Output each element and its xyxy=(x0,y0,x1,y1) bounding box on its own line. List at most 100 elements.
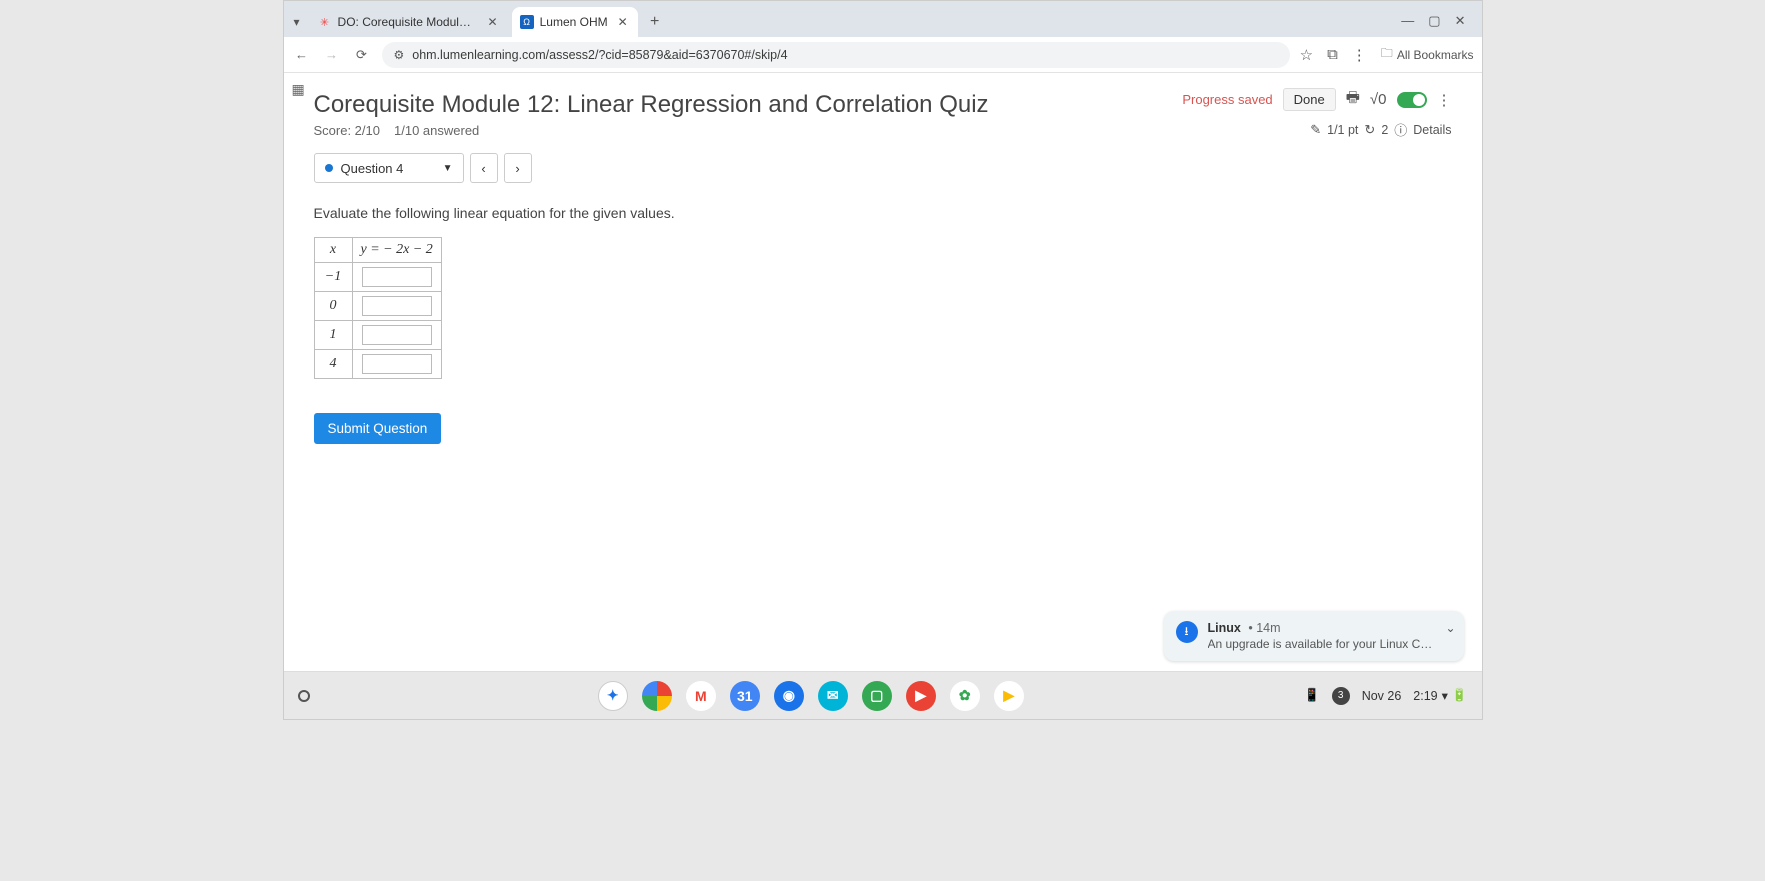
toast-expand-icon[interactable]: ⌄ xyxy=(1445,621,1455,635)
kebab-menu-icon[interactable]: ⋮ xyxy=(1437,91,1452,109)
gmail-app-icon[interactable]: M xyxy=(686,681,716,711)
status-dot-icon xyxy=(325,164,333,172)
table-row: 4 xyxy=(314,350,441,379)
tab-lumen-ohm[interactable]: Ω Lumen OHM ✕ xyxy=(512,7,638,37)
chrome-app-icon[interactable] xyxy=(642,681,672,711)
tab-strip: ▾ ✳ DO: Corequisite Module 12: Q. ✕ Ω Lu… xyxy=(284,1,1482,37)
chromeos-shelf: ✦ M 31 ◉ ✉ ▢ ▶ ✿ ▶ 📱 3 Nov 26 2:19 ▾ 🔋 xyxy=(284,671,1482,719)
forward-button[interactable]: → xyxy=(322,47,342,62)
messages-app-icon[interactable]: ✉ xyxy=(818,681,848,711)
x-value: 0 xyxy=(314,292,352,321)
close-window-icon[interactable]: ✕ xyxy=(1455,13,1466,29)
notification-count[interactable]: 3 xyxy=(1332,687,1350,705)
answered-label: 1/10 answered xyxy=(394,123,479,138)
y-input-row-2[interactable] xyxy=(362,296,432,316)
browser-menu-icon[interactable]: ⋮ xyxy=(1352,46,1367,64)
youtube-app-icon[interactable]: ▶ xyxy=(906,681,936,711)
linux-upgrade-toast[interactable]: ⭳ Linux • 14m An upgrade is available fo… xyxy=(1164,611,1464,661)
done-button[interactable]: Done xyxy=(1283,88,1336,111)
y-input-row-4[interactable] xyxy=(362,354,432,374)
calendar-app-icon[interactable]: 31 xyxy=(730,681,760,711)
table-row: 1 xyxy=(314,321,441,350)
next-question-button[interactable]: › xyxy=(504,153,532,183)
favicon-lumen: Ω xyxy=(520,15,534,29)
play-store-app-icon[interactable]: ▶ xyxy=(994,681,1024,711)
toast-text: Linux • 14m An upgrade is available for … xyxy=(1208,621,1438,651)
toast-age: 14m xyxy=(1256,621,1280,635)
math-sqrt-icon[interactable]: √0 xyxy=(1370,91,1387,108)
info-icon[interactable]: ⓘ xyxy=(1394,120,1407,139)
apps-grid-icon[interactable]: ▦ xyxy=(292,81,303,98)
x-value: −1 xyxy=(314,263,352,292)
progress-saved-label: Progress saved xyxy=(1182,92,1272,107)
battery-icon: 🔋 xyxy=(1452,688,1468,703)
toggle-switch[interactable] xyxy=(1397,92,1427,108)
close-tab-icon[interactable]: ✕ xyxy=(618,15,628,29)
shelf-time: 2:19 xyxy=(1413,689,1437,703)
table-header-row: x y = − 2x − 2 xyxy=(314,238,441,263)
gemini-app-icon[interactable]: ✦ xyxy=(598,681,628,711)
edit-icon[interactable]: ✎ xyxy=(1310,122,1321,138)
points-row: ✎ 1/1 pt ↻ 2 ⓘ Details xyxy=(314,120,1452,139)
bookmark-star-icon[interactable]: ☆ xyxy=(1300,46,1313,64)
photos-app-icon[interactable]: ✿ xyxy=(950,681,980,711)
toast-body: An upgrade is available for your Linux C… xyxy=(1208,637,1438,651)
page-content: ▦ Corequisite Module 12: Linear Regressi… xyxy=(284,73,1482,671)
x-value: 4 xyxy=(314,350,352,379)
window-controls: — ▢ ✕ xyxy=(1401,13,1475,37)
tab-title: Lumen OHM xyxy=(540,15,608,29)
close-tab-icon[interactable]: ✕ xyxy=(488,15,498,29)
y-input-row-1[interactable] xyxy=(362,267,432,287)
question-dropdown-label: Question 4 xyxy=(341,161,404,176)
files-app-icon[interactable]: ◉ xyxy=(774,681,804,711)
question-selector-row: Question 4 ▼ ‹ › xyxy=(314,153,1452,183)
meet-app-icon[interactable]: ▢ xyxy=(862,681,892,711)
retry-icon[interactable]: ↻ xyxy=(1364,122,1375,138)
address-bar: ← → ⟳ ⚙ ohm.lumenlearning.com/assess2/?c… xyxy=(284,37,1482,73)
all-bookmarks-button[interactable]: 🗀 All Bookmarks xyxy=(1381,44,1474,65)
x-header: x xyxy=(314,238,352,263)
tab-title: DO: Corequisite Module 12: Q. xyxy=(338,15,478,29)
minimize-icon[interactable]: — xyxy=(1401,13,1414,29)
system-tray[interactable]: 📱 3 Nov 26 2:19 ▾ 🔋 xyxy=(1304,687,1467,705)
shelf-date: Nov 26 xyxy=(1362,689,1402,703)
new-tab-button[interactable]: + xyxy=(642,9,668,35)
question-dropdown[interactable]: Question 4 ▼ xyxy=(314,153,464,183)
tab-corequisite-module[interactable]: ✳ DO: Corequisite Module 12: Q. ✕ xyxy=(310,7,508,37)
toast-title: Linux xyxy=(1208,621,1241,635)
x-value: 1 xyxy=(314,321,352,350)
caret-down-icon: ▼ xyxy=(443,163,453,174)
url-field[interactable]: ⚙ ohm.lumenlearning.com/assess2/?cid=858… xyxy=(382,42,1290,68)
y-input-row-3[interactable] xyxy=(362,325,432,345)
submit-question-button[interactable]: Submit Question xyxy=(314,413,442,444)
print-icon[interactable]: 🖶 xyxy=(1346,87,1360,112)
shelf-apps: ✦ M 31 ◉ ✉ ▢ ▶ ✿ ▶ xyxy=(328,681,1295,711)
browser-window: ▾ ✳ DO: Corequisite Module 12: Q. ✕ Ω Lu… xyxy=(283,0,1483,720)
wifi-icon: ▾ xyxy=(1442,688,1448,703)
equation-table: x y = − 2x − 2 −1 0 1 4 xyxy=(314,237,442,379)
back-button[interactable]: ← xyxy=(292,47,312,62)
folder-icon: 🗀 xyxy=(1381,44,1393,65)
url-text: ohm.lumenlearning.com/assess2/?cid=85879… xyxy=(412,48,787,62)
page-title: Corequisite Module 12: Linear Regression… xyxy=(314,91,989,119)
download-badge-icon: ⭳ xyxy=(1176,621,1198,643)
all-bookmarks-label: All Bookmarks xyxy=(1397,48,1474,62)
attempts-label: 2 xyxy=(1381,123,1388,137)
table-row: −1 xyxy=(314,263,441,292)
favicon-canvas: ✳ xyxy=(318,15,332,29)
maximize-icon[interactable]: ▢ xyxy=(1428,13,1440,29)
points-label: 1/1 pt xyxy=(1327,123,1358,137)
addr-right: ☆ ⧉ ⋮ 🗀 All Bookmarks xyxy=(1300,44,1474,65)
header-right: Progress saved Done 🖶 √0 ⋮ xyxy=(1182,87,1451,112)
question-prompt: Evaluate the following linear equation f… xyxy=(314,205,1452,221)
details-link[interactable]: Details xyxy=(1413,123,1451,137)
table-row: 0 xyxy=(314,292,441,321)
reload-button[interactable]: ⟳ xyxy=(352,47,372,63)
site-settings-icon[interactable]: ⚙ xyxy=(394,48,405,62)
phone-hub-icon[interactable]: 📱 xyxy=(1304,688,1320,703)
launcher-button[interactable] xyxy=(298,690,310,702)
extensions-icon[interactable]: ⧉ xyxy=(1327,46,1338,63)
y-header: y = − 2x − 2 xyxy=(352,238,441,263)
tabs-menu-icon[interactable]: ▾ xyxy=(294,15,300,29)
prev-question-button[interactable]: ‹ xyxy=(470,153,498,183)
